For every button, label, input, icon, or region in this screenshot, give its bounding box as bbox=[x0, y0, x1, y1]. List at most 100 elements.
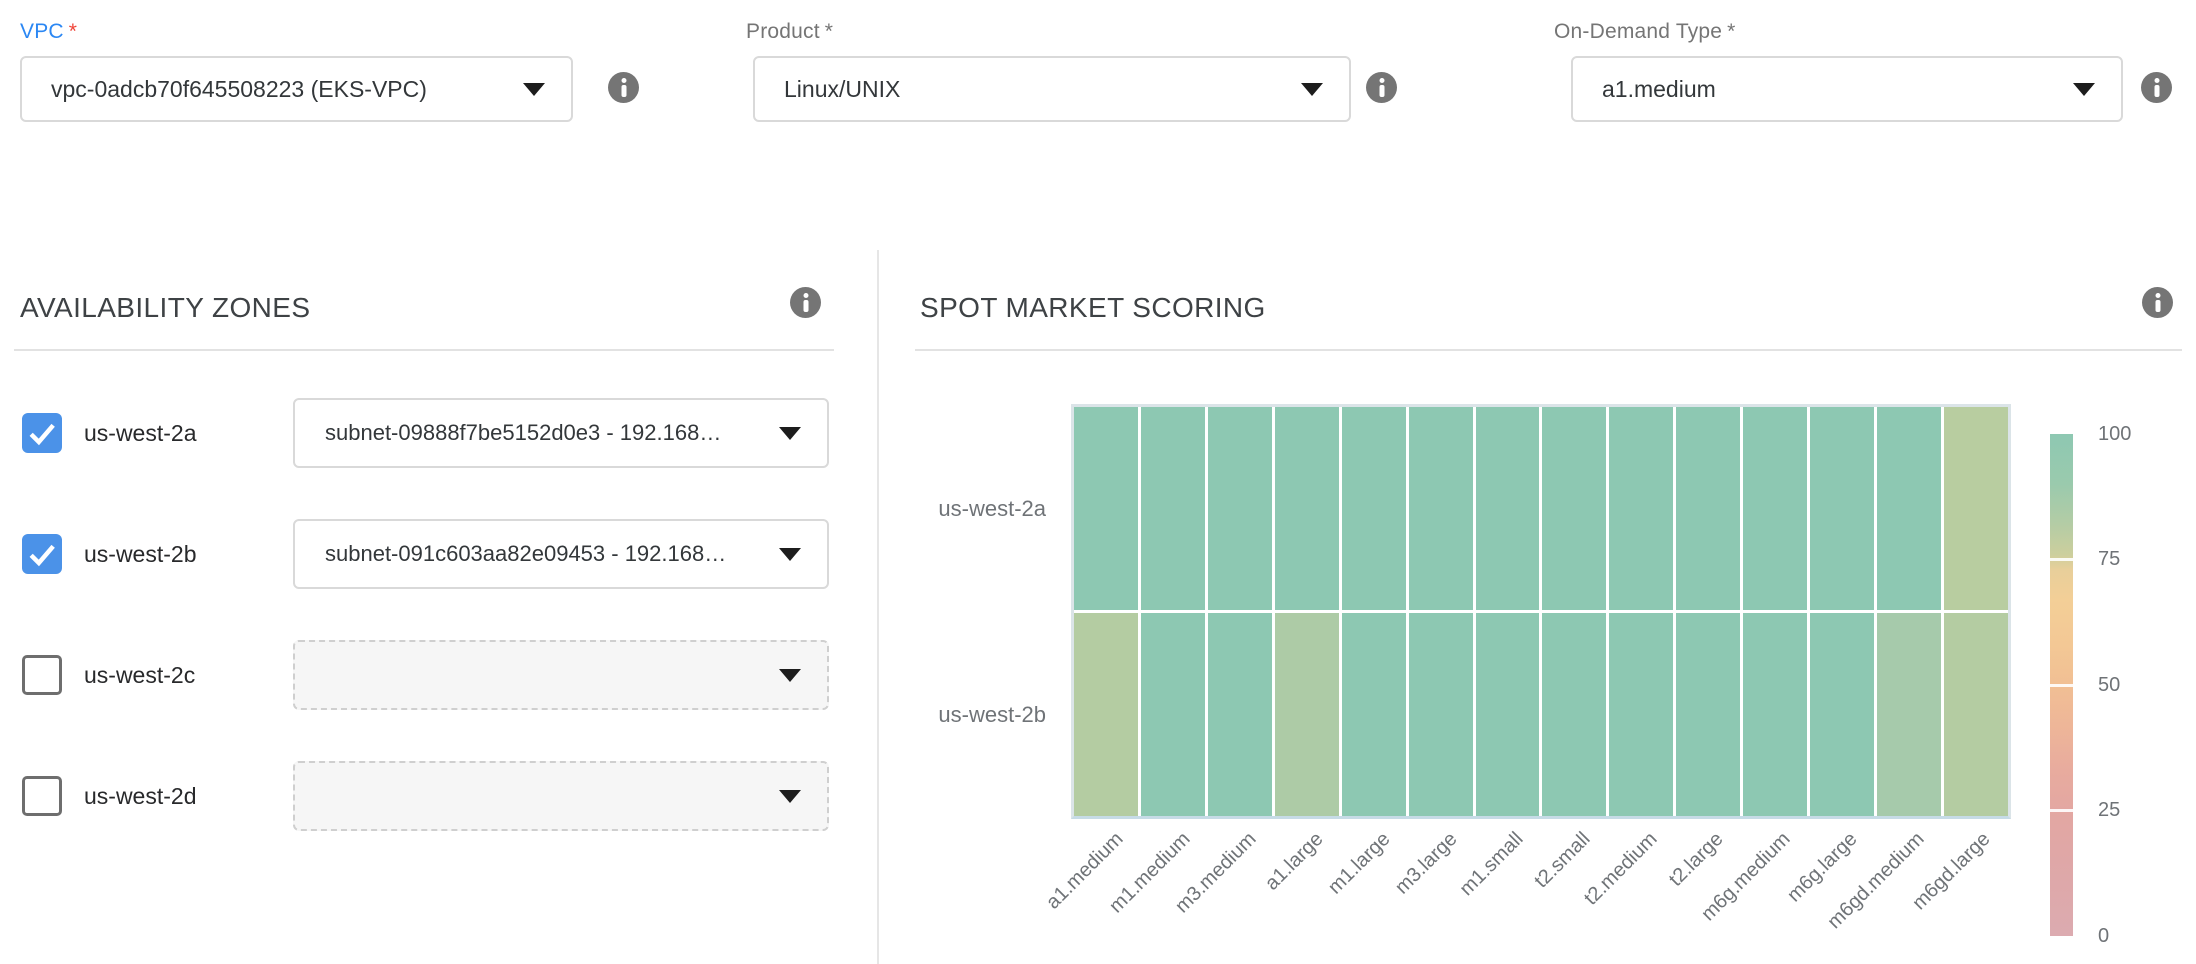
heatmap-cell-us-west-2a-t2.medium[interactable] bbox=[1609, 407, 1673, 610]
spot-market-scoring-divider bbox=[915, 349, 2182, 351]
heatmap-cell-us-west-2b-m1.medium[interactable] bbox=[1141, 613, 1205, 816]
chevron-down-icon bbox=[1301, 83, 1323, 96]
vpc-required-marker: * bbox=[69, 20, 77, 43]
colorbar-tick-divider bbox=[2050, 809, 2073, 812]
az-row-us-west-2d: us-west-2d bbox=[0, 761, 877, 831]
check-icon bbox=[22, 534, 62, 574]
chevron-down-icon bbox=[779, 427, 801, 440]
heatmap-cell-us-west-2a-a1.medium[interactable] bbox=[1074, 407, 1138, 610]
vpc-label-text: VPC bbox=[20, 20, 64, 43]
subnet-select-us-west-2b[interactable]: subnet-091c603aa82e09453 - 192.168… bbox=[293, 519, 829, 589]
heatmap-cell-us-west-2a-m6g.medium[interactable] bbox=[1743, 407, 1807, 610]
heatmap-cell-us-west-2b-m3.medium[interactable] bbox=[1208, 613, 1272, 816]
subnet-select-us-west-2d[interactable] bbox=[293, 761, 829, 831]
vpc-select[interactable]: vpc-0adcb70f645508223 (EKS-VPC) bbox=[20, 56, 573, 122]
check-icon bbox=[22, 413, 62, 453]
heatmap-cell-us-west-2a-t2.small[interactable] bbox=[1542, 407, 1606, 610]
subnet-select-value: subnet-091c603aa82e09453 - 192.168… bbox=[295, 541, 779, 567]
info-icon[interactable] bbox=[790, 287, 821, 318]
info-icon[interactable] bbox=[2141, 72, 2172, 103]
info-icon[interactable] bbox=[2142, 287, 2173, 318]
heatmap-col-label-m3.large: m3.large bbox=[1391, 828, 1462, 899]
on-demand-type-select-value: a1.medium bbox=[1573, 76, 2073, 103]
product-select[interactable]: Linux/UNIX bbox=[753, 56, 1351, 122]
heatmap-cell-us-west-2b-m6gd.medium[interactable] bbox=[1877, 613, 1941, 816]
heatmap-col-label-a1.large: a1.large bbox=[1261, 828, 1328, 895]
heatmap-cell-us-west-2b-a1.medium[interactable] bbox=[1074, 613, 1138, 816]
heatmap-col-label-m1.large: m1.large bbox=[1324, 828, 1395, 899]
heatmap-cell-us-west-2a-m6g.large[interactable] bbox=[1810, 407, 1874, 610]
colorbar-tick-divider bbox=[2050, 684, 2073, 687]
heatmap-cell-us-west-2b-t2.large[interactable] bbox=[1676, 613, 1740, 816]
vertical-divider bbox=[877, 250, 879, 964]
heatmap-colorbar bbox=[2050, 434, 2073, 936]
heatmap-cell-us-west-2b-m3.large[interactable] bbox=[1409, 613, 1473, 816]
chevron-down-icon bbox=[779, 790, 801, 803]
heatmap-col-label-t2.small: t2.small bbox=[1530, 828, 1595, 893]
heatmap-cell-us-west-2a-m3.medium[interactable] bbox=[1208, 407, 1272, 610]
heatmap-cell-us-west-2b-t2.medium[interactable] bbox=[1609, 613, 1673, 816]
az-zone-label: us-west-2b bbox=[84, 519, 196, 589]
az-zone-label: us-west-2d bbox=[84, 761, 196, 831]
spot-configuration-page: VPC* vpc-0adcb70f645508223 (EKS-VPC) Pro… bbox=[0, 0, 2196, 964]
product-select-value: Linux/UNIX bbox=[755, 76, 1301, 103]
az-checkbox-us-west-2d[interactable] bbox=[22, 776, 62, 816]
chevron-down-icon bbox=[2073, 83, 2095, 96]
colorbar-tick-label-50: 50 bbox=[2098, 673, 2120, 697]
availability-zones-title: AVAILABILITY ZONES bbox=[20, 291, 310, 325]
heatmap-cell-us-west-2a-t2.large[interactable] bbox=[1676, 407, 1740, 610]
heatmap-cell-us-west-2a-m1.large[interactable] bbox=[1342, 407, 1406, 610]
vpc-select-value: vpc-0adcb70f645508223 (EKS-VPC) bbox=[22, 76, 523, 103]
heatmap-cell-us-west-2b-m6g.medium[interactable] bbox=[1743, 613, 1807, 816]
heatmap-col-label-t2.large: t2.large bbox=[1665, 828, 1728, 891]
colorbar-tick-divider bbox=[2050, 558, 2073, 561]
heatmap-cell-us-west-2a-m6gd.medium[interactable] bbox=[1877, 407, 1941, 610]
heatmap-cell-us-west-2b-a1.large[interactable] bbox=[1275, 613, 1339, 816]
on-demand-type-label: On-Demand Type* bbox=[1554, 20, 2123, 44]
product-required-marker: * bbox=[825, 20, 833, 43]
spot-score-heatmap bbox=[1071, 404, 2011, 819]
heatmap-row-label-us-west-2a: us-west-2a bbox=[886, 496, 1046, 522]
availability-zones-divider bbox=[14, 349, 834, 351]
product-label-text: Product bbox=[746, 20, 820, 43]
subnet-select-us-west-2a[interactable]: subnet-09888f7be5152d0e3 - 192.168… bbox=[293, 398, 829, 468]
heatmap-cell-us-west-2a-m3.large[interactable] bbox=[1409, 407, 1473, 610]
on-demand-type-field: On-Demand Type* a1.medium bbox=[1571, 20, 2123, 44]
heatmap-cell-us-west-2b-m1.large[interactable] bbox=[1342, 613, 1406, 816]
heatmap-cell-us-west-2a-m1.small[interactable] bbox=[1476, 407, 1540, 610]
heatmap-cell-us-west-2a-m1.medium[interactable] bbox=[1141, 407, 1205, 610]
az-row-us-west-2b: us-west-2b subnet-091c603aa82e09453 - 192… bbox=[0, 519, 877, 589]
az-checkbox-us-west-2a[interactable] bbox=[22, 413, 62, 453]
heatmap-cell-us-west-2b-m6gd.large[interactable] bbox=[1944, 613, 2008, 816]
colorbar-tick-label-25: 25 bbox=[2098, 798, 2120, 822]
chevron-down-icon bbox=[779, 669, 801, 682]
info-icon[interactable] bbox=[1366, 72, 1397, 103]
spot-market-scoring-title: SPOT MARKET SCORING bbox=[920, 291, 1266, 325]
heatmap-cell-us-west-2b-m6g.large[interactable] bbox=[1810, 613, 1874, 816]
vpc-label: VPC* bbox=[20, 20, 573, 44]
subnet-select-value: subnet-09888f7be5152d0e3 - 192.168… bbox=[295, 420, 779, 446]
vpc-field: VPC* vpc-0adcb70f645508223 (EKS-VPC) bbox=[20, 20, 573, 44]
heatmap-cell-us-west-2a-m6gd.large[interactable] bbox=[1944, 407, 2008, 610]
az-zone-label: us-west-2a bbox=[84, 398, 196, 468]
az-checkbox-us-west-2b[interactable] bbox=[22, 534, 62, 574]
az-checkbox-us-west-2c[interactable] bbox=[22, 655, 62, 695]
heatmap-row-label-us-west-2b: us-west-2b bbox=[886, 702, 1046, 728]
on-demand-type-select[interactable]: a1.medium bbox=[1571, 56, 2123, 122]
az-row-us-west-2c: us-west-2c bbox=[0, 640, 877, 710]
chevron-down-icon bbox=[779, 548, 801, 561]
heatmap-cell-us-west-2a-a1.large[interactable] bbox=[1275, 407, 1339, 610]
az-zone-label: us-west-2c bbox=[84, 640, 195, 710]
heatmap-cell-us-west-2b-t2.small[interactable] bbox=[1542, 613, 1606, 816]
heatmap-cell-us-west-2b-m1.small[interactable] bbox=[1476, 613, 1540, 816]
az-row-us-west-2a: us-west-2a subnet-09888f7be5152d0e3 - 192… bbox=[0, 398, 877, 468]
chevron-down-icon bbox=[523, 83, 545, 96]
info-icon[interactable] bbox=[608, 72, 639, 103]
colorbar-tick-label-100: 100 bbox=[2098, 422, 2131, 446]
colorbar-tick-label-0: 0 bbox=[2098, 924, 2109, 948]
on-demand-type-label-text: On-Demand Type bbox=[1554, 20, 1722, 43]
heatmap-col-label-m1.small: m1.small bbox=[1456, 828, 1529, 901]
subnet-select-us-west-2c[interactable] bbox=[293, 640, 829, 710]
colorbar-tick-label-75: 75 bbox=[2098, 547, 2120, 571]
on-demand-type-required-marker: * bbox=[1727, 20, 1735, 43]
